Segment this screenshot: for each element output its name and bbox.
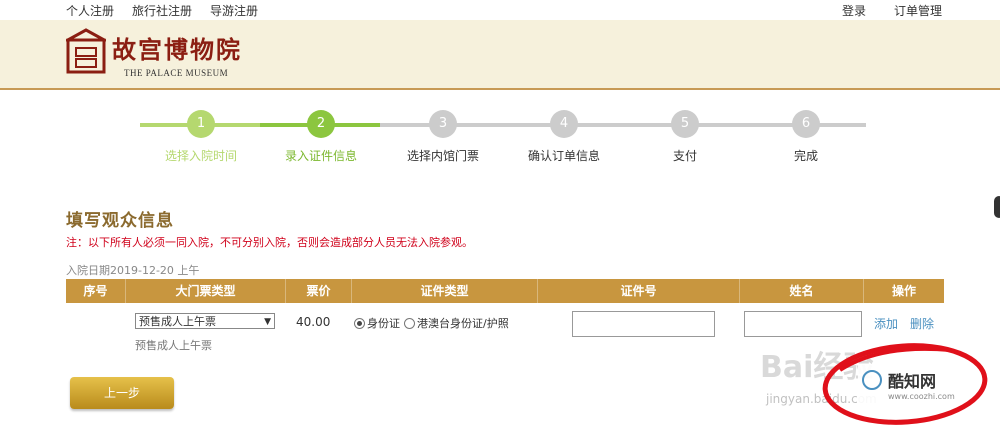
guide-register-link[interactable]: 导游注册 [210, 2, 258, 19]
step-1-number: 1 [187, 110, 215, 138]
add-visitor-link[interactable]: 添加 [874, 315, 898, 332]
step-4: 4 确认订单信息 [504, 110, 624, 164]
visit-date: 入院日期2019-12-20 上午 [66, 264, 200, 277]
progress-steps: 1 选择入院时间 2 录入证件信息 3 选择内馆门票 4 确认订单信息 5 支付… [140, 110, 870, 170]
site-header: 故宫博物院 THE PALACE MUSEUM [0, 20, 1000, 90]
logo-chinese-text[interactable]: 故宫博物院 [112, 30, 242, 65]
step-5-number: 5 [671, 110, 699, 138]
form-title: 填写观众信息 [66, 211, 174, 231]
entry-notice: 注：以下所有人必须一同入院，不可分别入院，否则会造成部分人员无法入院参观。 [66, 236, 473, 249]
previous-step-button[interactable]: 上一步 [70, 377, 174, 409]
name-input[interactable] [744, 311, 862, 337]
ticket-type-value: 预售成人上午票 [139, 315, 216, 328]
table-header: 序号 大门票类型 票价 证件类型 证件号 姓名 操作 [66, 279, 944, 303]
hk-macao-taiwan-passport-radio[interactable] [404, 317, 415, 329]
order-management-link[interactable]: 订单管理 [894, 2, 942, 19]
red-circle-annotation [822, 343, 988, 425]
scroll-indicator[interactable] [994, 196, 1000, 218]
ticket-type-select[interactable]: 预售成人上午票 ▼ [135, 313, 275, 329]
header-ticket-type: 大门票类型 [126, 279, 286, 303]
dropdown-arrow-icon: ▼ [264, 317, 271, 327]
step-5-label: 支付 [672, 149, 697, 163]
step-4-number: 4 [550, 110, 578, 138]
id-type-group: 身份证 港澳台身份证/护照 [354, 315, 509, 331]
header-name: 姓名 [740, 279, 864, 303]
step-6-label: 完成 [793, 149, 818, 163]
id-card-label: 身份证 [367, 317, 400, 330]
step-2-label: 录入证件信息 [284, 149, 357, 163]
step-1: 1 选择入院时间 [141, 110, 261, 164]
login-link[interactable]: 登录 [842, 2, 866, 19]
delete-visitor-link[interactable]: 删除 [910, 315, 934, 332]
header-actions: 操作 [891, 284, 916, 298]
logo-english-text: THE PALACE MUSEUM [124, 68, 229, 78]
ticket-type-note: 预售成人上午票 [135, 339, 212, 352]
top-nav-bar: 个人注册 旅行社注册 导游注册 登录 订单管理 [0, 0, 1000, 20]
step-6: 6 完成 [746, 110, 866, 164]
step-2-number: 2 [307, 110, 335, 138]
step-6-number: 6 [792, 110, 820, 138]
step-5: 5 支付 [625, 110, 745, 164]
step-3-label: 选择内馆门票 [406, 149, 479, 163]
personal-register-link[interactable]: 个人注册 [66, 2, 114, 19]
step-2: 2 录入证件信息 [261, 110, 381, 164]
id-number-input[interactable] [572, 311, 715, 337]
step-1-label: 选择入院时间 [164, 149, 237, 163]
step-3-number: 3 [429, 110, 457, 138]
hk-macao-taiwan-passport-label: 港澳台身份证/护照 [417, 317, 509, 330]
ticket-price: 40.00 [296, 315, 331, 329]
header-price: 票价 [286, 279, 352, 303]
id-card-radio[interactable] [354, 317, 365, 329]
step-4-label: 确认订单信息 [527, 149, 600, 163]
header-index: 序号 [66, 279, 126, 303]
palace-gate-icon[interactable] [66, 28, 106, 74]
agency-register-link[interactable]: 旅行社注册 [132, 2, 192, 19]
row-actions: 添加 删除 [874, 315, 934, 332]
header-id-type: 证件类型 [352, 279, 538, 303]
step-3: 3 选择内馆门票 [383, 110, 503, 164]
header-id-number: 证件号 [538, 279, 740, 303]
